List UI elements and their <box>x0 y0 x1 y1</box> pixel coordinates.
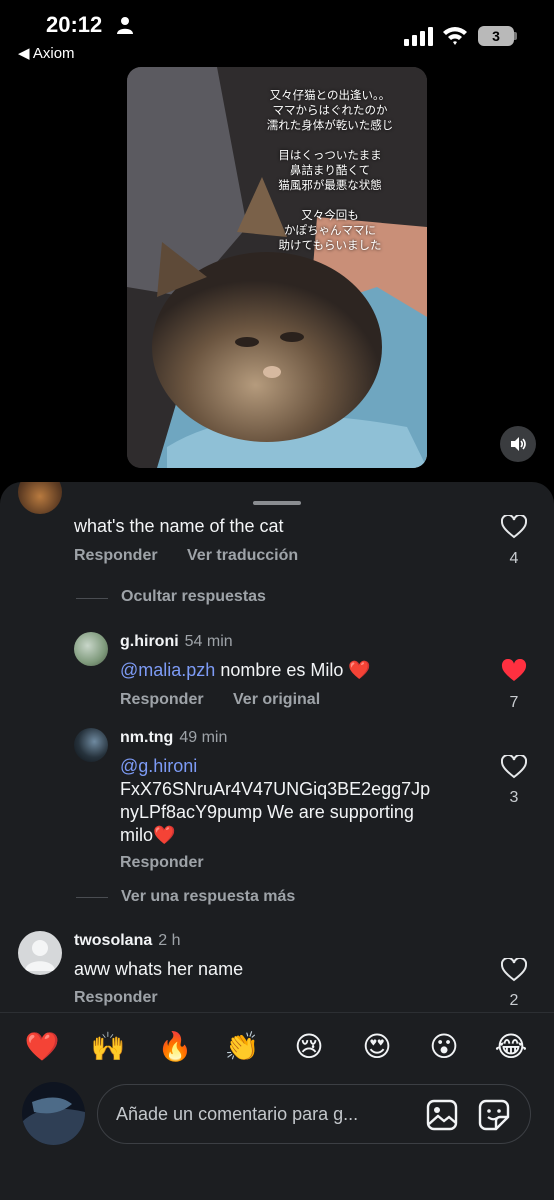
comment-text: what's the name of the cat <box>74 516 284 536</box>
reply-button[interactable]: Responder <box>120 691 204 709</box>
comments-sheet: what's the name of the cat Responder Ver… <box>0 482 554 1200</box>
timestamp: 54 min <box>184 633 233 650</box>
emoji-heart-eyes-button[interactable]: 😍 <box>357 1027 397 1067</box>
volume-button[interactable] <box>500 426 536 462</box>
emoji-heart-button[interactable]: ❤️ <box>22 1027 62 1067</box>
emoji-bar-divider <box>0 1012 554 1013</box>
comment-composer <box>97 1084 531 1144</box>
comment-body: FxX76SNruAr4V47UNGiq3BE2egg7Jp <box>120 779 431 799</box>
my-avatar[interactable] <box>22 1082 85 1145</box>
status-time: 20:12 <box>46 12 103 37</box>
status-bar: 20:12 ◀ Axiom 3 <box>0 0 554 70</box>
sheet-drag-handle[interactable] <box>253 501 301 505</box>
heart-icon[interactable] <box>501 755 527 779</box>
wifi-icon <box>443 27 467 45</box>
comment-input[interactable] <box>116 1085 401 1143</box>
sticker-icon[interactable] <box>478 1099 510 1131</box>
image-icon[interactable] <box>426 1099 458 1131</box>
avatar-placeholder[interactable] <box>18 931 62 975</box>
emoji-raised-hands-button[interactable]: 🙌 <box>88 1027 128 1067</box>
comment-body: nombre es Milo ❤️ <box>215 660 371 680</box>
mention-link[interactable]: @malia.pzh <box>120 660 215 680</box>
heart-icon[interactable] <box>501 515 527 539</box>
profile-photo <box>22 1082 85 1145</box>
view-more-replies-button[interactable]: Ver una respuesta más <box>121 888 295 906</box>
like-count: 4 <box>509 550 519 567</box>
emoji-reaction-bar: ❤️ 🙌 🔥 👏 😢 😍 😮 😂 <box>0 1027 554 1067</box>
comment-text: @malia.pzh nombre es Milo ❤️ <box>120 659 371 682</box>
like-count: 7 <box>509 694 519 711</box>
timestamp: 2 h <box>158 932 181 949</box>
caption-line: かぽちゃんママに <box>284 225 376 237</box>
comment-username[interactable]: twosolana 2 h <box>74 932 180 950</box>
avatar[interactable] <box>74 728 108 762</box>
caption-line: 猫風邪が最悪な状態 <box>278 180 382 192</box>
reply-button[interactable]: Responder <box>74 547 158 565</box>
mention-text[interactable]: @g.hironi <box>120 756 197 776</box>
comment-body: milo❤️ <box>120 825 176 845</box>
video-player[interactable]: 又々仔猫との出逢い。。 ママからはぐれたのか 濡れた身体が乾いた感じ 目はくっつ… <box>127 67 427 468</box>
username-text[interactable]: g.hironi <box>120 633 179 650</box>
default-avatar-icon <box>25 940 55 971</box>
battery-cap <box>514 32 517 40</box>
video-caption: 又々仔猫との出逢い。。 ママからはぐれたのか 濡れた身体が乾いた感じ 目はくっつ… <box>255 89 405 254</box>
comment-username[interactable]: g.hironi 54 min <box>120 633 233 651</box>
see-translation-button[interactable]: Ver traducción <box>187 547 298 565</box>
emoji-clap-button[interactable]: 👏 <box>222 1027 262 1067</box>
comment-text: aww whats her name <box>74 959 244 979</box>
username-text[interactable]: nm.tng <box>120 729 173 746</box>
caption-line: 目はくっついたまま <box>278 150 382 162</box>
mention-link[interactable]: @g.hironi <box>120 755 197 778</box>
person-icon <box>117 17 133 34</box>
heart-icon[interactable] <box>501 958 527 982</box>
back-to-app-link[interactable]: ◀ Axiom <box>18 44 75 62</box>
hide-replies-button[interactable]: Ocultar respuestas <box>121 588 266 606</box>
speaker-icon <box>511 437 526 451</box>
comment-body: nyLPf8acY9pump We are supporting <box>120 802 414 822</box>
emoji-fire-button[interactable]: 🔥 <box>155 1027 195 1067</box>
avatar[interactable] <box>74 632 108 666</box>
comment-username[interactable]: nm.tng 49 min <box>120 729 227 747</box>
username-text[interactable]: twosolana <box>74 932 152 949</box>
avatar[interactable] <box>18 482 62 514</box>
timestamp: 49 min <box>179 729 228 746</box>
caption-line: 又々仔猫との出逢い。。 <box>269 90 391 102</box>
emoji-laughing-button[interactable]: 😂 <box>491 1027 531 1067</box>
heart-filled-icon[interactable] <box>501 659 527 683</box>
caption-line: 鼻詰まり酷くて <box>289 165 371 177</box>
see-original-button[interactable]: Ver original <box>233 691 320 709</box>
battery-indicator: 3 <box>478 26 514 46</box>
like-count: 2 <box>509 992 519 1009</box>
caption-line: 又々今回も <box>301 210 359 222</box>
emoji-surprised-button[interactable]: 😮 <box>424 1027 464 1067</box>
caption-line: 助けてもらいました <box>278 240 382 252</box>
emoji-crying-button[interactable]: 😢 <box>289 1027 329 1067</box>
caption-line: 濡れた身体が乾いた感じ <box>266 120 394 132</box>
caption-line: ママからはぐれたのか <box>272 105 388 117</box>
reply-button[interactable]: Responder <box>120 854 204 872</box>
reply-button[interactable]: Responder <box>74 989 158 1007</box>
thread-line <box>76 897 108 898</box>
thread-line <box>76 598 108 599</box>
cellular-signal-icon <box>404 27 433 46</box>
like-count: 3 <box>509 789 519 806</box>
